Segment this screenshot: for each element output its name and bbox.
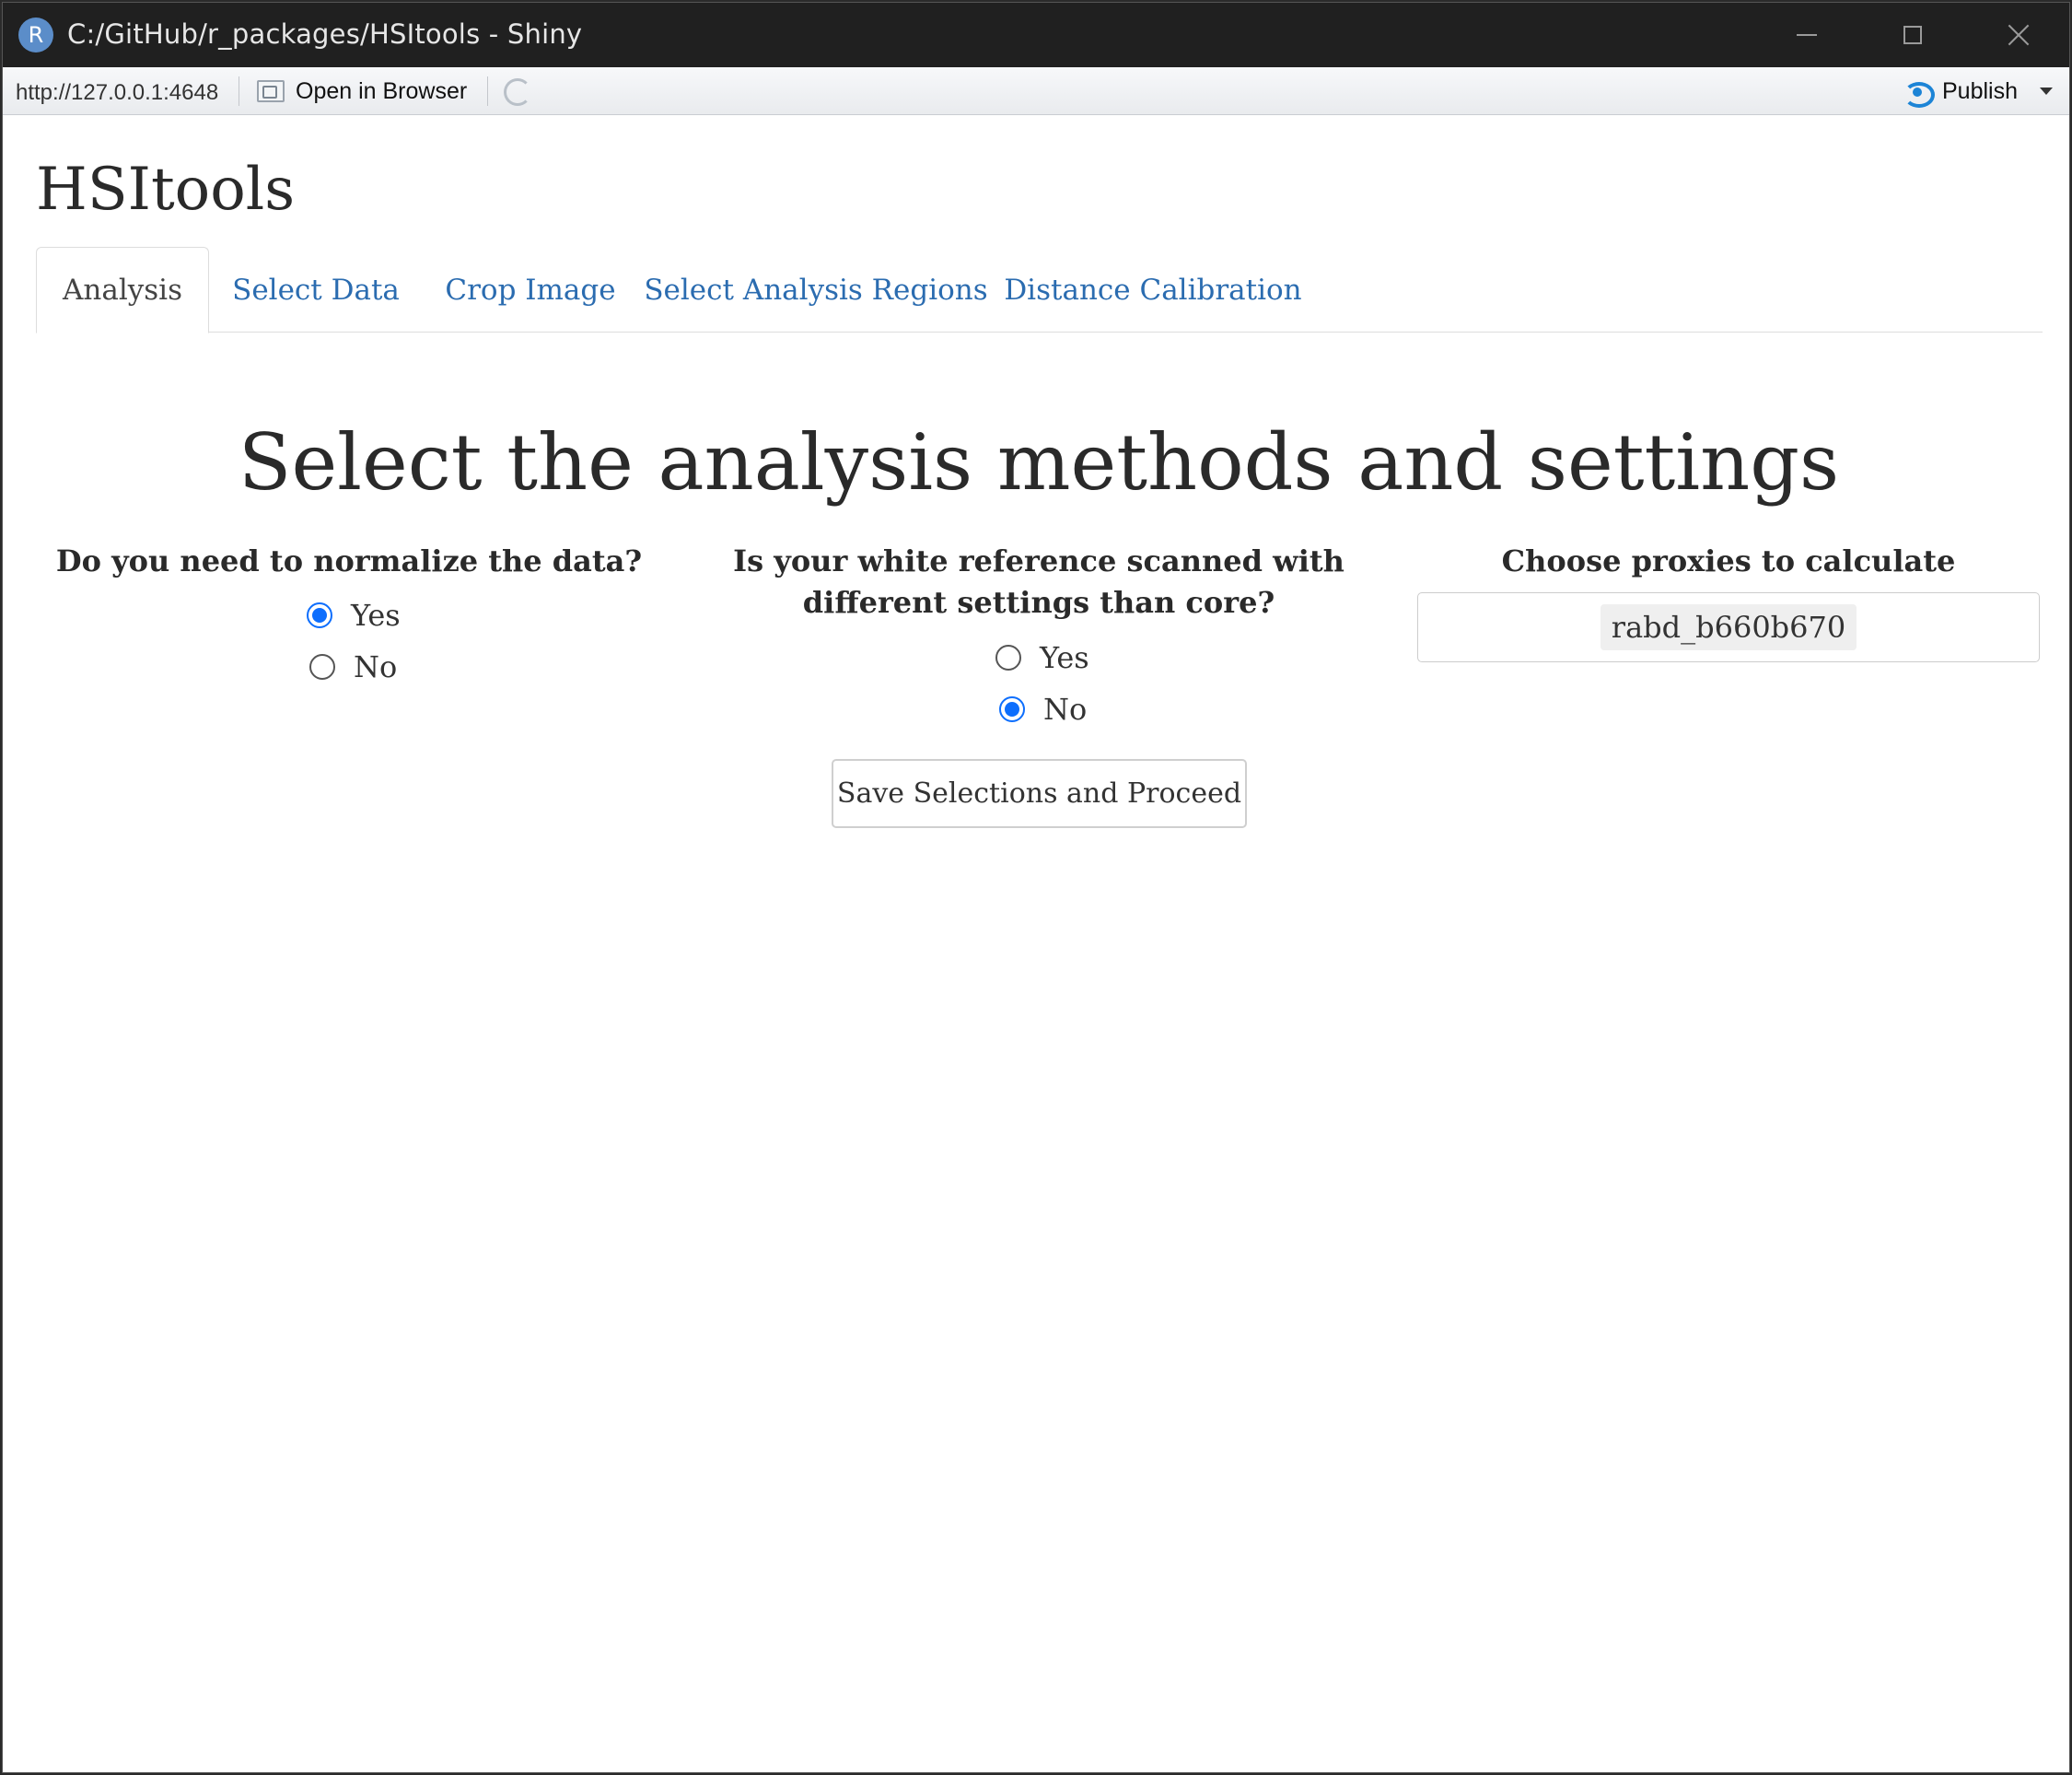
- radio-label: Yes: [1040, 640, 1089, 675]
- close-icon: [2007, 23, 2031, 47]
- white-reference-question: Is your white reference scanned with dif…: [733, 543, 1344, 620]
- browser-window-icon: [257, 80, 285, 102]
- tab-select-data[interactable]: Select Data: [209, 247, 423, 333]
- maximize-button[interactable]: [1862, 3, 1963, 67]
- normalize-option-no[interactable]: No: [309, 649, 397, 684]
- open-in-browser-label: Open in Browser: [296, 77, 468, 104]
- publish-label: Publish: [1942, 77, 2018, 104]
- selected-proxy-chip[interactable]: rabd_b660b670: [1600, 604, 1857, 650]
- tab-crop-image[interactable]: Crop Image: [423, 247, 638, 333]
- open-in-browser-button[interactable]: Open in Browser: [257, 76, 467, 106]
- shiny-app: HSItools Analysis Select Data Crop Image…: [3, 115, 2069, 1772]
- r-logo-icon: R: [18, 18, 53, 53]
- maximize-icon: [1903, 26, 1922, 44]
- window-title: C:/GitHub/r_packages/HSItools - Shiny: [67, 18, 583, 50]
- publish-button[interactable]: Publish: [1902, 76, 2053, 108]
- tab-analysis[interactable]: Analysis: [36, 247, 209, 333]
- save-selections-button[interactable]: Save Selections and Proceed: [832, 759, 1247, 828]
- minimize-button[interactable]: [1756, 3, 1857, 67]
- proxies-label: Choose proxies to calculate: [1501, 543, 1956, 578]
- toolbar-divider: [487, 76, 488, 106]
- title-bar: R C:/GitHub/r_packages/HSItools - Shiny: [3, 3, 2069, 67]
- tab-distance-calibration[interactable]: Distance Calibration: [994, 247, 1312, 333]
- proxies-select-input[interactable]: rabd_b660b670: [1417, 592, 2040, 662]
- radio-label: No: [354, 649, 398, 684]
- close-button[interactable]: [1968, 3, 2069, 67]
- publish-icon: [1902, 80, 1935, 108]
- radio-no[interactable]: [309, 654, 335, 680]
- tab-select-analysis-regions[interactable]: Select Analysis Regions: [638, 247, 994, 333]
- url-text[interactable]: http://127.0.0.1:4648: [16, 80, 218, 106]
- viewer-toolbar: http://127.0.0.1:4648 Open in Browser Pu…: [3, 67, 2069, 115]
- white-reference-option-yes[interactable]: Yes: [995, 640, 1089, 675]
- radio-label: No: [1043, 692, 1088, 727]
- radio-yes-selected[interactable]: [307, 602, 332, 628]
- normalize-question: Do you need to normalize the data?: [55, 543, 643, 578]
- app-title: HSItools: [36, 156, 296, 224]
- normalize-option-yes[interactable]: Yes: [307, 598, 401, 633]
- radio-no-selected[interactable]: [999, 696, 1025, 722]
- refresh-icon[interactable]: [504, 78, 531, 106]
- tab-bar: Analysis Select Data Crop Image Select A…: [36, 247, 2043, 333]
- radio-yes[interactable]: [995, 645, 1021, 671]
- chevron-down-icon[interactable]: [2040, 88, 2053, 95]
- white-reference-option-no[interactable]: No: [999, 692, 1087, 727]
- minimize-icon: [1797, 34, 1817, 36]
- app-window: R C:/GitHub/r_packages/HSItools - Shiny …: [2, 2, 2070, 1773]
- radio-label: Yes: [351, 598, 401, 633]
- page-heading: Select the analysis methods and settings: [238, 417, 1840, 508]
